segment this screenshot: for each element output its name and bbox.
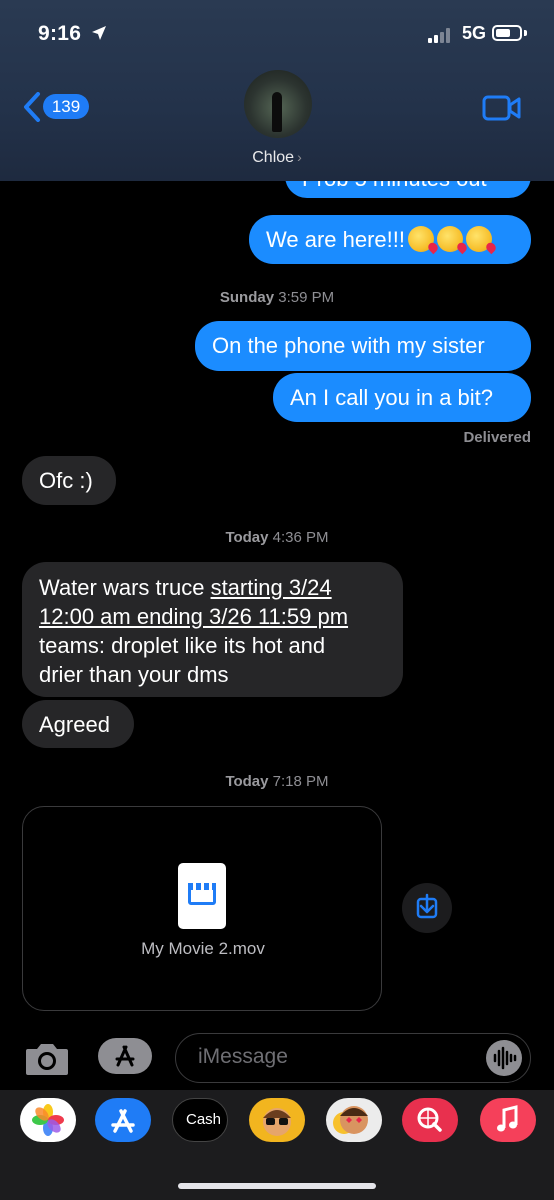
app-store-icon <box>115 1045 135 1067</box>
waveform-icon <box>493 1046 517 1070</box>
message-text: We are here!!! <box>266 227 405 252</box>
message-text: drier than your dms <box>39 662 229 687</box>
message-text: Agreed <box>39 712 110 737</box>
timestamp-time: 4:36 PM <box>272 529 329 546</box>
received-message[interactable]: Ofc :) <box>22 456 116 505</box>
timestamp-day: Sunday <box>219 289 275 306</box>
message-text: On the phone with my sister <box>212 333 485 358</box>
battery-icon <box>492 25 522 41</box>
kissing-heart-emoji <box>408 226 434 252</box>
contact-avatar[interactable] <box>244 70 312 138</box>
date-link[interactable]: 12:00 am ending 3/26 11:59 pm <box>39 604 348 629</box>
web-search-icon <box>417 1107 442 1132</box>
photos-icon <box>32 1104 64 1136</box>
movie-file-icon <box>178 863 226 929</box>
download-icon <box>416 893 438 919</box>
music-app-button[interactable] <box>480 1098 536 1142</box>
location-arrow-icon <box>92 26 106 40</box>
imessage-input[interactable]: iMessage <box>175 1033 531 1083</box>
message-text: An I call you in a bit? <box>290 385 494 410</box>
sent-message[interactable]: An I call you in a bit? <box>273 373 531 422</box>
photos-app-button[interactable] <box>20 1098 76 1142</box>
memoji-app-button[interactable] <box>249 1098 305 1142</box>
timestamp-day: Today <box>225 773 269 790</box>
memoji-stickers-app-button[interactable] <box>326 1098 382 1142</box>
app-store-icon <box>111 1109 135 1133</box>
apple-cash-label: Cash <box>186 1111 222 1128</box>
signal-strength-icon <box>428 27 456 43</box>
network-type: 5G <box>462 23 487 43</box>
music-icon <box>497 1105 518 1132</box>
timestamp: Sunday 3:59 PM <box>0 289 554 306</box>
timestamp-time: 7:18 PM <box>272 773 329 790</box>
status-time: 9:16 <box>38 22 82 45</box>
memoji-stickers-icon <box>333 1106 368 1134</box>
back-chevron-icon[interactable] <box>22 92 42 122</box>
conversation-header: 9:16 5G 139 Chloe › <box>0 0 554 181</box>
facetime-video-icon[interactable] <box>482 94 522 122</box>
timestamp: Today 4:36 PM <box>0 529 554 546</box>
sent-message[interactable]: We are here!!! <box>249 215 531 264</box>
unread-count-badge[interactable]: 139 <box>43 94 89 119</box>
message-text: teams: droplet like its hot and <box>39 633 326 658</box>
memoji-icon <box>263 1108 291 1136</box>
received-message[interactable]: Agreed <box>22 700 134 748</box>
message-text: Water wars truce <box>39 575 211 600</box>
received-message[interactable]: Water wars truce starting 3/24 12:00 am … <box>22 562 403 697</box>
home-indicator[interactable] <box>178 1183 376 1189</box>
chevron-right-icon: › <box>297 149 302 165</box>
camera-icon[interactable] <box>24 1040 70 1078</box>
delivered-status: Delivered <box>463 429 531 446</box>
battery-tip <box>524 30 527 36</box>
input-placeholder: iMessage <box>198 1045 288 1068</box>
timestamp: Today 7:18 PM <box>0 773 554 790</box>
file-attachment[interactable]: My Movie 2.mov <box>22 806 382 1011</box>
timestamp-time: 3:59 PM <box>278 289 335 306</box>
timestamp-day: Today <box>225 529 269 546</box>
sent-message[interactable]: On the phone with my sister <box>195 321 531 371</box>
kissing-heart-emoji <box>437 226 463 252</box>
kissing-heart-emoji <box>466 226 492 252</box>
voice-message-button[interactable] <box>486 1040 522 1076</box>
app-store-app-button[interactable] <box>95 1098 151 1142</box>
attachment-filename: My Movie 2.mov <box>141 939 265 958</box>
download-button[interactable] <box>402 883 452 933</box>
app-store-drawer-button[interactable] <box>98 1038 152 1074</box>
contact-name-button[interactable]: Chloe › <box>0 149 554 167</box>
message-text: Ofc :) <box>39 468 93 493</box>
date-link[interactable]: starting 3/24 <box>211 575 332 600</box>
web-search-app-button[interactable] <box>402 1098 458 1142</box>
contact-name: Chloe <box>252 149 295 166</box>
apple-cash-app-button[interactable]: Cash <box>172 1098 228 1142</box>
